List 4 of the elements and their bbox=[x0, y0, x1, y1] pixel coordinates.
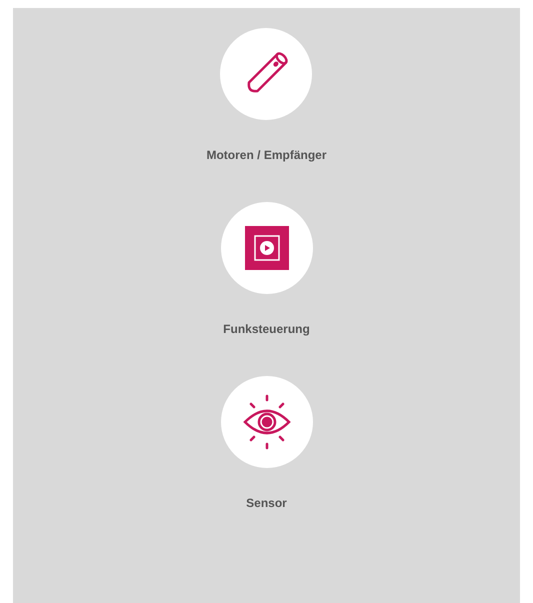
category-label: Motoren / Empfänger bbox=[206, 147, 326, 164]
category-label: Funksteuerung bbox=[223, 321, 310, 338]
category-label: Sensor bbox=[246, 495, 287, 512]
play-screen-icon bbox=[242, 224, 290, 272]
